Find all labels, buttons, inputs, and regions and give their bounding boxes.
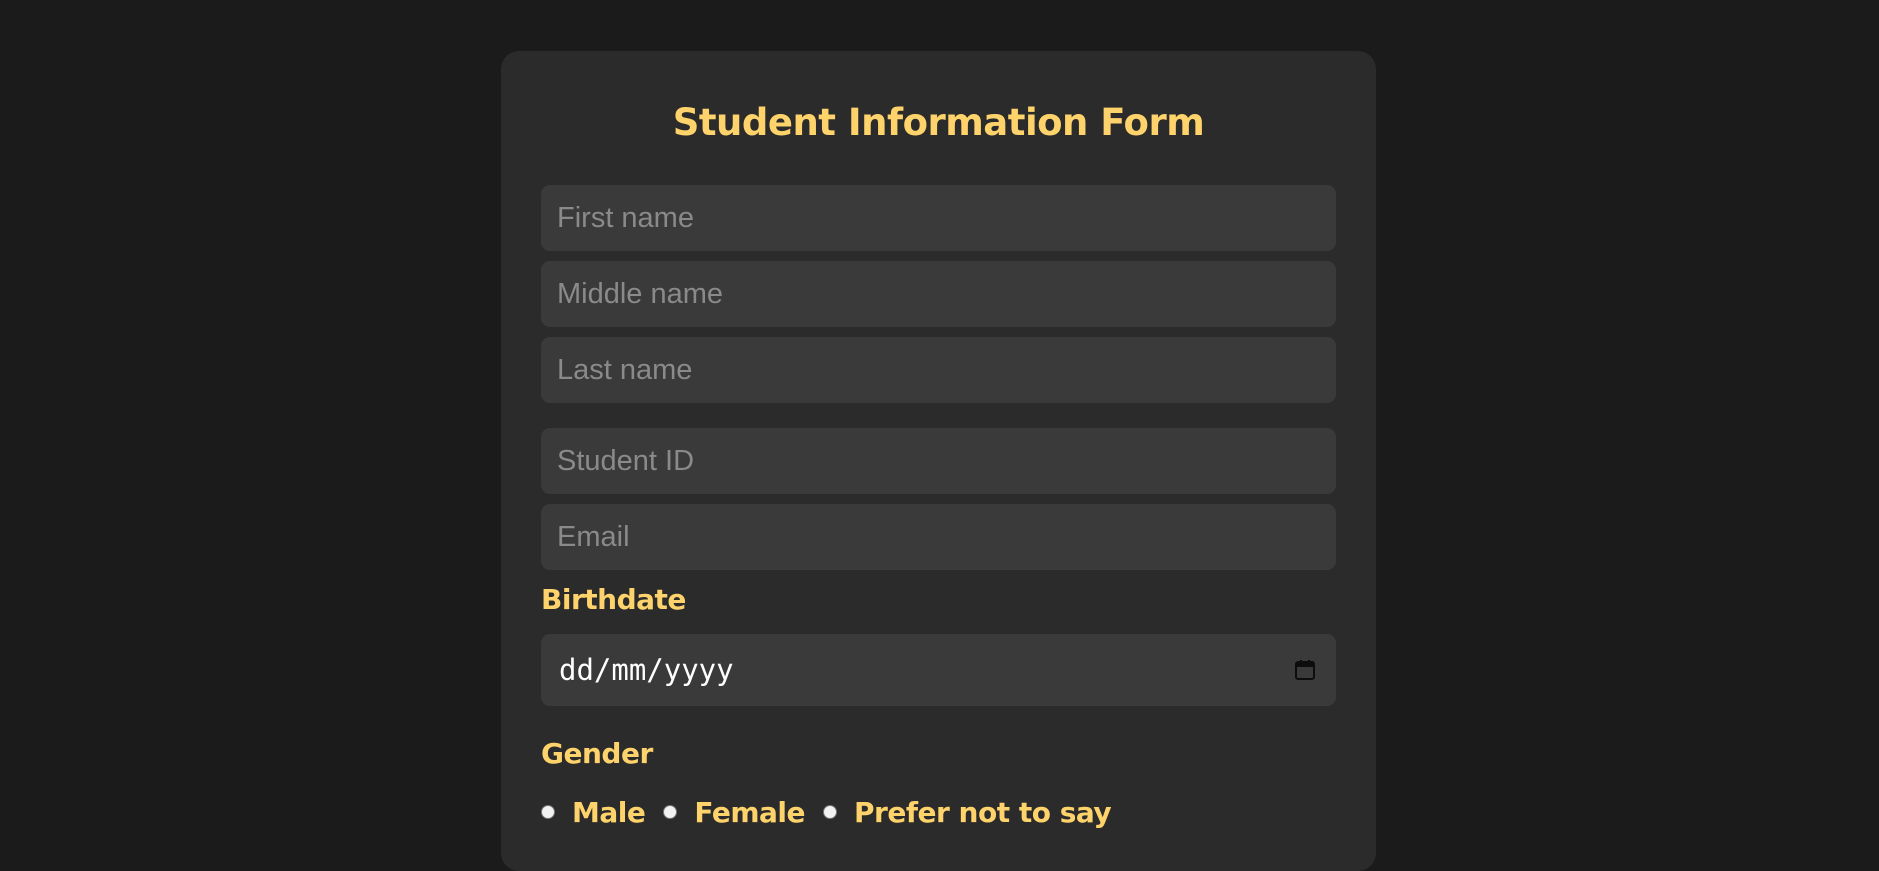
gender-option-label: Male [572,795,646,829]
radio-button[interactable] [823,805,837,819]
gender-option-male[interactable]: Male [541,795,646,829]
birthdate-value: dd/mm/yyyy [559,653,734,687]
gender-option-label: Female [694,795,805,829]
radio-button[interactable] [541,805,555,819]
gender-option-prefer-not-to-say[interactable]: Prefer not to say [823,795,1112,829]
birthdate-label: Birthdate [541,583,686,616]
gender-option-label: Prefer not to say [854,795,1112,829]
form-title: Student Information Form [672,101,1205,144]
calendar-icon[interactable] [1292,657,1318,683]
gender-option-female[interactable]: Female [663,796,805,829]
gender-label: Gender [541,737,653,770]
form-card: Student Information Form Birthdate dd/mm… [501,51,1376,871]
last-name-input[interactable] [541,337,1336,403]
birthdate-input[interactable]: dd/mm/yyyy [541,634,1336,706]
gender-options: Male Female Prefer not to say [541,792,1336,832]
first-name-input[interactable] [541,185,1336,251]
student-id-input[interactable] [541,428,1336,494]
middle-name-input[interactable] [541,261,1336,327]
email-input[interactable] [541,504,1336,570]
radio-button[interactable] [663,805,678,819]
